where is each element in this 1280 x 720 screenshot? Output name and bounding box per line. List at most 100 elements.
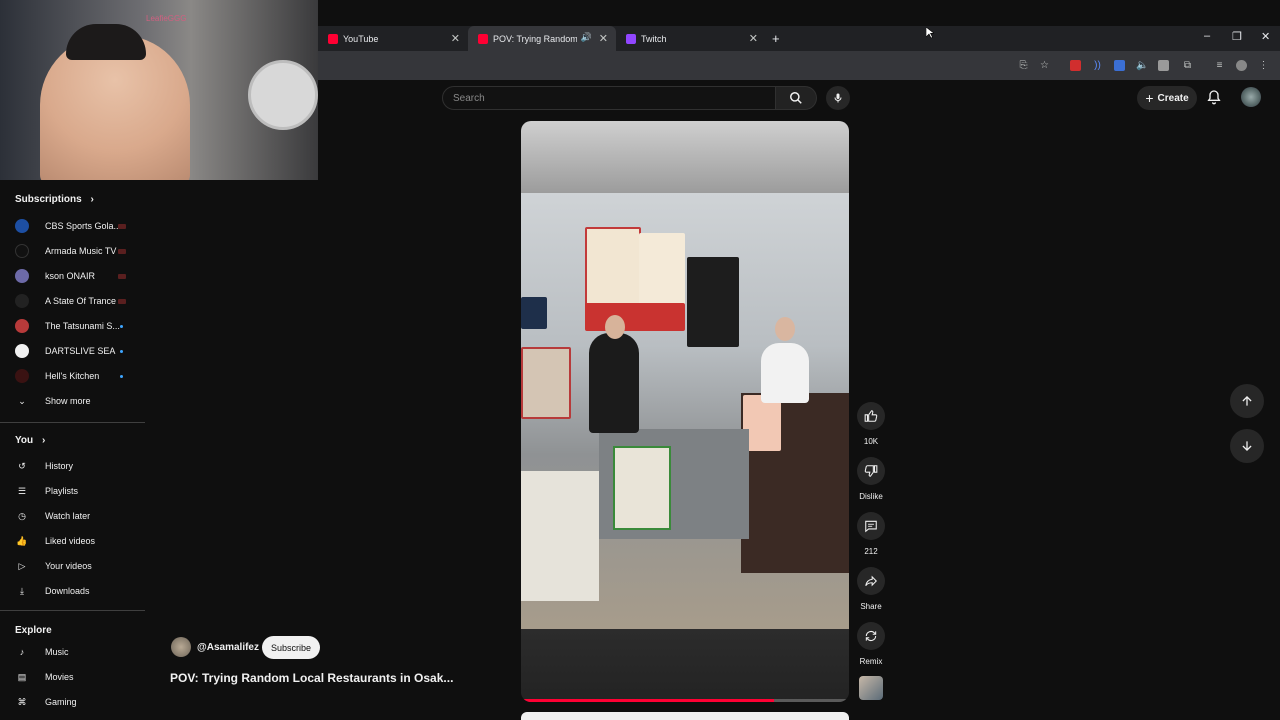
takoyaki-poster bbox=[613, 446, 671, 530]
sidebar-item-subscription[interactable]: The Tatsunami S... bbox=[15, 316, 140, 336]
tab-title: Twitch bbox=[641, 33, 667, 44]
sidebar-item-label: Liked videos bbox=[45, 536, 96, 546]
close-tab-icon[interactable]: ✕ bbox=[451, 32, 460, 45]
video-frame-restaurant bbox=[521, 193, 849, 629]
short-video-player[interactable] bbox=[521, 121, 849, 702]
sound-thumbnail[interactable] bbox=[859, 676, 883, 700]
webcam-person-hair bbox=[66, 24, 146, 60]
chevron-right-icon: › bbox=[90, 194, 94, 205]
sidebar-item-your-videos[interactable]: ▷ Your videos bbox=[15, 556, 140, 576]
thumbs-up-icon: 👍 bbox=[16, 535, 28, 546]
minimize-icon[interactable]: – bbox=[1204, 30, 1210, 42]
comment-icon bbox=[857, 512, 885, 540]
sidebar-item-label: Music bbox=[45, 647, 69, 657]
dislike-button[interactable]: Dislike bbox=[857, 457, 885, 501]
playlists-icon: ☰ bbox=[17, 485, 27, 496]
browser-tab-youtube[interactable]: YouTube ✕ bbox=[318, 26, 468, 51]
tab-title: YouTube bbox=[343, 33, 379, 44]
plus-icon: + bbox=[1145, 90, 1154, 106]
like-count: 10K bbox=[863, 437, 879, 446]
media-controls-icon[interactable]: ≡ bbox=[1214, 60, 1225, 71]
channel-handle[interactable]: @Asamalifez bbox=[197, 642, 259, 653]
channel-avatar[interactable] bbox=[171, 637, 191, 657]
you-heading[interactable]: You › bbox=[15, 435, 45, 446]
short-title[interactable]: POV: Trying Random Local Restaurants in … bbox=[170, 671, 460, 685]
bookmark-star-icon[interactable]: ☆ bbox=[1039, 60, 1050, 71]
install-app-icon[interactable]: ⎘ bbox=[1018, 60, 1029, 71]
sidebar-item-subscription[interactable]: CBS Sports Gola... bbox=[15, 216, 140, 236]
subscriptions-heading[interactable]: Subscriptions › bbox=[15, 194, 94, 205]
profile-avatar-icon[interactable] bbox=[1236, 60, 1247, 71]
sidebar-item-label: Playlists bbox=[45, 486, 79, 496]
youtube-favicon-icon bbox=[328, 33, 338, 44]
cloth-banner bbox=[521, 471, 599, 601]
search-button[interactable] bbox=[776, 86, 817, 110]
extension-volume-icon[interactable]: 🔈 bbox=[1136, 60, 1148, 71]
chevron-right-icon: › bbox=[41, 435, 46, 446]
chevron-down-icon: ⌄ bbox=[18, 395, 26, 406]
sidebar-item-subscription[interactable]: Hell's Kitchen bbox=[15, 366, 140, 386]
sidebar-item-history[interactable]: ↺ History bbox=[15, 456, 140, 476]
sidebar-item-label: History bbox=[45, 461, 74, 471]
subscribe-button[interactable]: Subscribe bbox=[262, 636, 320, 659]
new-tab-button[interactable]: + bbox=[768, 26, 788, 51]
sidebar-item-downloads[interactable]: ⤓ Downloads bbox=[15, 581, 140, 601]
comments-button[interactable]: 212 bbox=[857, 512, 885, 556]
dislike-label: Dislike bbox=[859, 492, 883, 501]
mouse-cursor-icon bbox=[926, 27, 934, 39]
play-square-icon: ▷ bbox=[18, 560, 26, 571]
previous-short-button[interactable] bbox=[1230, 384, 1264, 418]
extensions-puzzle-icon[interactable]: ⧉ bbox=[1182, 60, 1193, 71]
you-title: You bbox=[15, 435, 34, 446]
browser-tab-twitch[interactable]: Twitch ✕ bbox=[616, 26, 766, 51]
live-indicator-icon bbox=[118, 273, 126, 279]
show-more-button[interactable]: ⌄ Show more bbox=[15, 391, 140, 411]
sidebar-item-movies[interactable]: ▤ Movies bbox=[15, 667, 140, 687]
new-content-dot-icon bbox=[120, 374, 123, 378]
next-short-button[interactable] bbox=[1230, 429, 1264, 463]
extension-bitwarden-icon[interactable] bbox=[1114, 60, 1125, 71]
account-avatar[interactable] bbox=[1241, 87, 1261, 107]
history-icon: ↺ bbox=[18, 460, 26, 471]
live-indicator-icon bbox=[118, 298, 126, 304]
webcam-fan bbox=[248, 60, 318, 130]
sidebar-item-music[interactable]: ♪ Music bbox=[15, 642, 140, 662]
extension-mail-icon[interactable] bbox=[1070, 60, 1081, 71]
sidebar-item-subscription[interactable]: A State Of Trance bbox=[15, 291, 140, 311]
sidebar-item-watch-later[interactable]: ◷ Watch later bbox=[15, 506, 140, 526]
search-input[interactable]: Search bbox=[442, 86, 776, 110]
share-label: Share bbox=[860, 602, 882, 611]
webcam-wall-logo: LeafieGGG bbox=[146, 14, 187, 23]
share-button[interactable]: Share bbox=[857, 567, 885, 611]
browser-tab-short[interactable]: POV: Trying Random Local R 🔊 ✕ bbox=[468, 26, 616, 51]
speaker-icon[interactable]: 🔊 bbox=[581, 32, 592, 43]
plus-icon: + bbox=[772, 31, 780, 46]
browser-toolbar: ⎘ ☆ )) 🔈 ⧉ ≡ ⋮ bbox=[318, 51, 1280, 80]
sidebar-item-label: Movies bbox=[45, 672, 74, 682]
voice-search-button[interactable] bbox=[826, 86, 850, 110]
remix-button[interactable]: Remix bbox=[857, 622, 885, 666]
twitch-favicon-icon bbox=[626, 33, 636, 44]
sidebar-item-subscription[interactable]: kson ONAIR bbox=[15, 266, 140, 286]
notifications-button[interactable] bbox=[1206, 89, 1222, 110]
next-short-preview[interactable] bbox=[521, 712, 849, 720]
sidebar-item-playlists[interactable]: ☰ Playlists bbox=[15, 481, 140, 501]
music-note-icon: ♪ bbox=[19, 647, 25, 657]
search-icon bbox=[790, 92, 802, 104]
close-window-icon[interactable]: ✕ bbox=[1261, 30, 1270, 43]
extension-slash-icon[interactable] bbox=[1158, 60, 1169, 71]
channel-name: CBS Sports Gola... bbox=[45, 221, 122, 231]
sidebar-item-subscription[interactable]: DARTSLIVE SEA bbox=[15, 341, 140, 361]
sidebar-item-gaming[interactable]: ⌘ Gaming bbox=[15, 692, 140, 712]
progress-fill bbox=[521, 699, 774, 702]
restore-icon[interactable]: ❐ bbox=[1232, 30, 1242, 43]
like-button[interactable]: 10K bbox=[857, 402, 885, 446]
close-tab-icon[interactable]: ✕ bbox=[749, 32, 758, 45]
channel-avatar bbox=[15, 244, 29, 258]
close-tab-icon[interactable]: ✕ bbox=[599, 32, 608, 45]
create-button[interactable]: + Create bbox=[1137, 86, 1197, 110]
kebab-menu-icon[interactable]: ⋮ bbox=[1258, 60, 1269, 71]
sidebar-item-subscription[interactable]: Armada Music TV bbox=[15, 241, 140, 261]
sidebar-item-liked-videos[interactable]: 👍 Liked videos bbox=[15, 531, 140, 551]
extension-wave-icon[interactable]: )) bbox=[1092, 60, 1103, 71]
